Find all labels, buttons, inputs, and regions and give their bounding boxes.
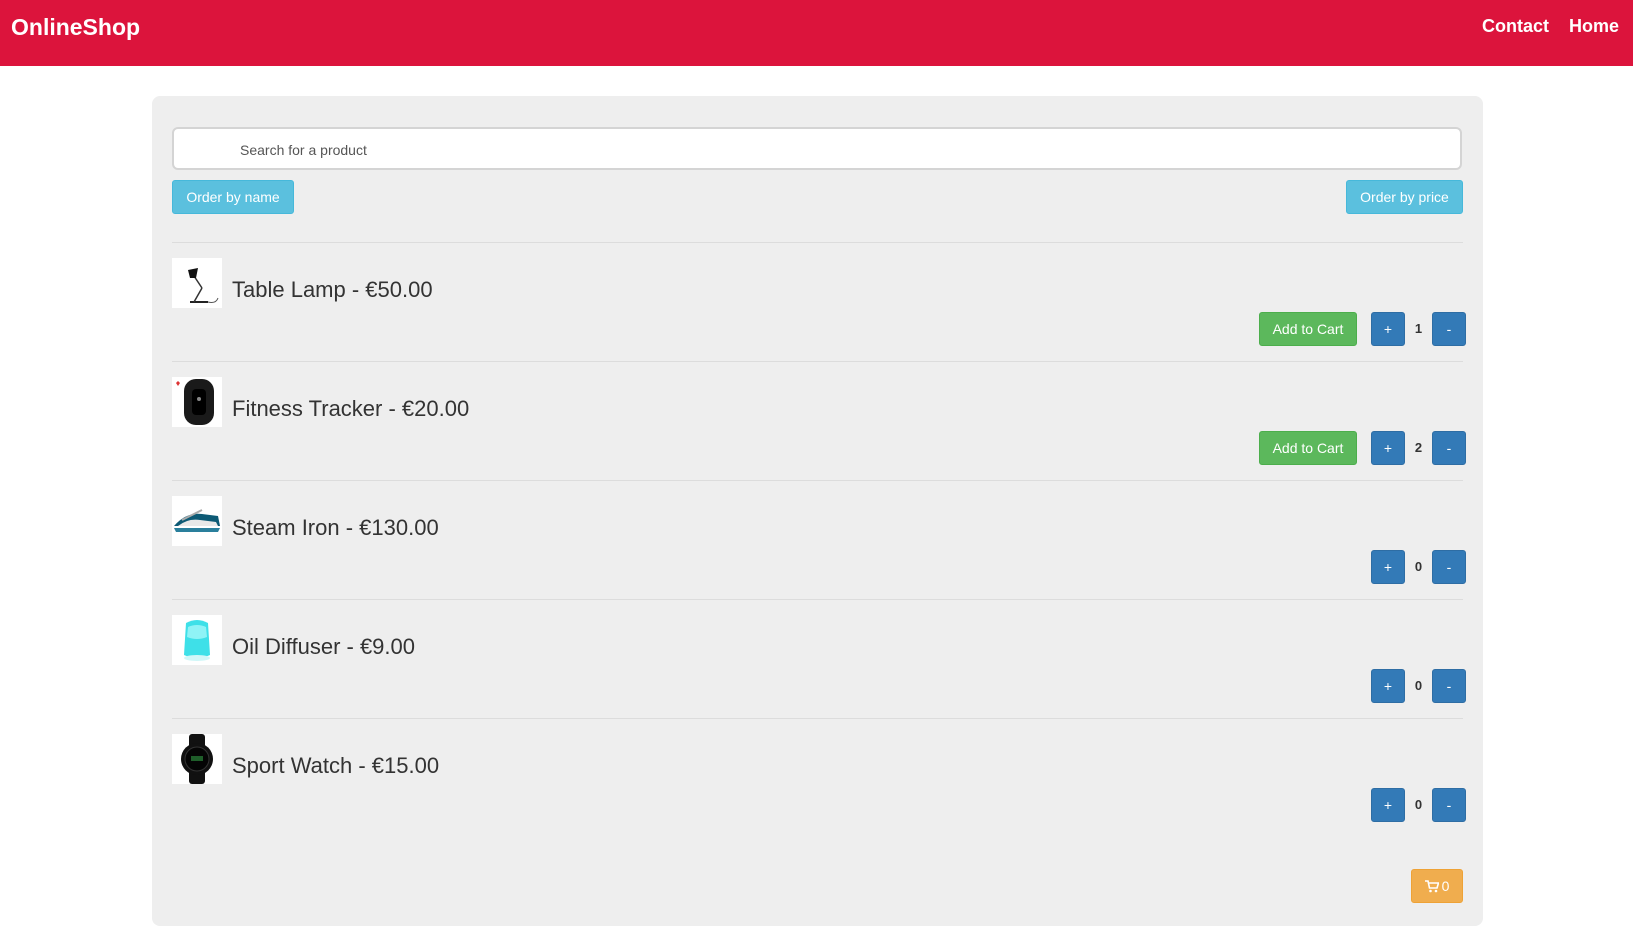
increase-quantity-button[interactable]: + (1371, 550, 1405, 584)
steam-iron-icon (172, 496, 222, 546)
brand-logo[interactable]: OnlineShop (11, 14, 140, 41)
add-to-cart-button[interactable]: Add to Cart (1259, 312, 1357, 346)
quantity-value: 0 (1414, 559, 1423, 574)
product-panel: Order by name Order by price Table Lamp … (152, 96, 1483, 926)
product-row-sport-watch: Sport Watch - €15.00 + 0 - (172, 718, 1466, 838)
search-box (172, 127, 1462, 170)
cart-button[interactable]: 0 (1411, 869, 1463, 903)
decrease-quantity-button[interactable]: - (1432, 312, 1466, 346)
sport-watch-icon (172, 734, 222, 784)
decrease-quantity-button[interactable]: - (1432, 431, 1466, 465)
navbar: OnlineShop Contact Home (0, 0, 1633, 66)
increase-quantity-button[interactable]: + (1371, 788, 1405, 822)
increase-quantity-button[interactable]: + (1371, 669, 1405, 703)
order-by-price-button[interactable]: Order by price (1346, 180, 1463, 214)
table-lamp-icon (172, 258, 222, 308)
quantity-value: 0 (1414, 678, 1423, 693)
increase-quantity-button[interactable]: + (1371, 312, 1405, 346)
quantity-value: 0 (1414, 797, 1423, 812)
increase-quantity-button[interactable]: + (1371, 431, 1405, 465)
nav-links: Contact Home (1482, 16, 1619, 37)
product-row-fitness-tracker: Fitness Tracker - €20.00 Add to Cart + 2… (172, 361, 1466, 481)
quantity-value: 2 (1414, 440, 1423, 455)
search-input[interactable] (238, 129, 1422, 170)
product-title: Steam Iron - €130.00 (232, 515, 439, 540)
nav-link-contact[interactable]: Contact (1482, 16, 1549, 37)
product-title: Sport Watch - €15.00 (232, 753, 440, 778)
order-by-name-button[interactable]: Order by name (172, 180, 294, 214)
product-row-table-lamp: Table Lamp - €50.00 Add to Cart + 1 - (172, 242, 1466, 362)
product-row-steam-iron: Steam Iron - €130.00 + 0 - (172, 480, 1466, 600)
product-row-oil-diffuser: Oil Diffuser - €9.00 + 0 - (172, 599, 1466, 719)
product-title: Table Lamp - €50.00 (232, 277, 433, 302)
cart-count: 0 (1441, 878, 1450, 894)
product-title: Fitness Tracker - €20.00 (232, 396, 470, 421)
product-title: Oil Diffuser - €9.00 (232, 634, 416, 659)
oil-diffuser-icon (172, 615, 222, 665)
decrease-quantity-button[interactable]: - (1432, 550, 1466, 584)
decrease-quantity-button[interactable]: - (1432, 788, 1466, 822)
decrease-quantity-button[interactable]: - (1432, 669, 1466, 703)
quantity-value: 1 (1414, 321, 1423, 336)
shopping-cart-icon (1424, 880, 1440, 893)
nav-link-home[interactable]: Home (1569, 16, 1619, 37)
fitness-tracker-icon (172, 377, 222, 427)
add-to-cart-button[interactable]: Add to Cart (1259, 431, 1357, 465)
